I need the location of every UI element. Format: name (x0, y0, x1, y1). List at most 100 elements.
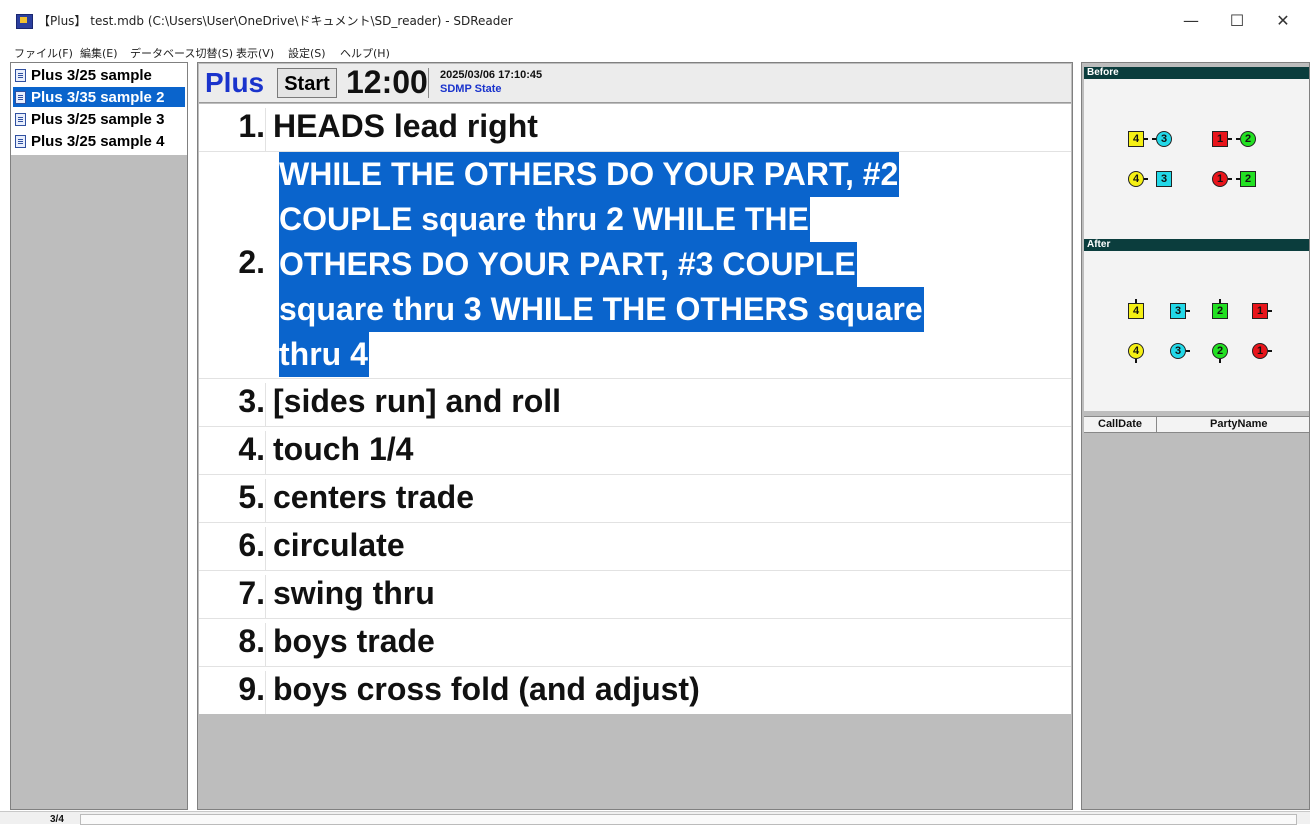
call-row[interactable]: 7. swing thru (199, 571, 1071, 619)
start-button[interactable]: Start (277, 68, 337, 98)
menu-settings[interactable]: 設定(S) (288, 45, 326, 61)
sdmp-state-label: SDMP State (440, 83, 502, 95)
facing-indicator (1186, 350, 1190, 352)
call-row[interactable]: 9. boys cross fold (and adjust) (199, 667, 1071, 714)
girl-3-dancer: 3 (1170, 343, 1186, 359)
sequence-item[interactable]: Plus 3/25 sample 3 (13, 109, 185, 129)
call-sheet-header: Plus Start 12:00 2025/03/06 17:10:45 SDM… (199, 64, 1071, 103)
minimize-button[interactable]: — (1168, 8, 1214, 34)
sequence-item-label: Plus 3/25 sample 4 (31, 132, 165, 150)
menu-help[interactable]: ヘルプ(H) (340, 45, 390, 61)
boy-3-dancer: 3 (1170, 303, 1186, 319)
facing-indicator (1135, 359, 1137, 363)
sequence-item-label: Plus 3/35 sample 2 (31, 88, 165, 106)
title-bar: 【Plus】 test.mdb (C:\Users\User\OneDrive\… (0, 0, 1310, 40)
call-text-line: thru 4 (279, 332, 369, 377)
call-number: 8. (199, 623, 266, 667)
call-row[interactable]: 8. boys trade (199, 619, 1071, 667)
call-text: [sides run] and roll (273, 383, 562, 419)
call-text-line: OTHERS DO YOUR PART, #3 COUPLE (279, 242, 857, 287)
sequence-item[interactable]: Plus 3/25 sample (13, 65, 185, 85)
call-row[interactable]: 4. touch 1/4 (199, 427, 1071, 475)
datetime-display: 2025/03/06 17:10:45 (440, 69, 543, 81)
menu-bar: ファイル(F) 編集(E) データベース切替(S) 表示(V) 設定(S) ヘル… (0, 41, 1310, 61)
call-sheet-pane: Plus Start 12:00 2025/03/06 17:10:45 SDM… (197, 62, 1073, 810)
call-row[interactable]: 3. [sides run] and roll (199, 379, 1071, 427)
call-text: boys trade (273, 623, 435, 659)
call-row[interactable]: 6. circulate (199, 523, 1071, 571)
before-label: Before (1084, 67, 1309, 79)
girl-3-dancer: 3 (1156, 131, 1172, 147)
boy-2-dancer: 2 (1212, 303, 1228, 319)
column-divider (1156, 417, 1157, 432)
menu-file[interactable]: ファイル(F) (14, 45, 73, 61)
column-calldate[interactable]: CallDate (1098, 418, 1142, 430)
after-formation: 4 3 2 1 4 3 2 1 (1084, 251, 1309, 411)
header-divider (428, 68, 429, 98)
facing-indicator (1219, 359, 1221, 363)
formation-pane: Before 4 3 1 2 4 3 1 2 After 4 3 2 1 4 3… (1081, 62, 1310, 810)
girl-4-dancer: 4 (1128, 171, 1144, 187)
boy-3-dancer: 3 (1156, 171, 1172, 187)
menu-view[interactable]: 表示(V) (236, 45, 274, 61)
call-text: HEADS lead right (273, 108, 538, 144)
boy-4-dancer: 4 (1128, 131, 1144, 147)
menu-database-switch[interactable]: データベース切替(S) (130, 45, 233, 61)
boy-1-dancer: 1 (1252, 303, 1268, 319)
facing-indicator (1228, 178, 1232, 180)
call-text-line: COUPLE square thru 2 WHILE THE (279, 197, 810, 242)
call-text: swing thru (273, 575, 435, 611)
app-icon (16, 14, 33, 29)
facing-indicator (1144, 138, 1148, 140)
call-text-highlighted: WHILE THE OTHERS DO YOUR PART, #2 COUPLE… (279, 152, 1059, 377)
before-formation: 4 3 1 2 4 3 1 2 (1084, 79, 1309, 239)
call-text: touch 1/4 (273, 431, 414, 467)
call-number: 7. (199, 575, 266, 619)
close-button[interactable]: ✕ (1260, 8, 1306, 34)
document-icon (15, 68, 26, 82)
page-indicator: 3/4 (50, 814, 64, 825)
call-number: 2. (238, 244, 265, 280)
call-text-line: WHILE THE OTHERS DO YOUR PART, #2 (279, 152, 900, 197)
girl-2-dancer: 2 (1212, 343, 1228, 359)
column-partyname[interactable]: PartyName (1210, 418, 1267, 430)
facing-indicator (1135, 299, 1137, 303)
girl-4-dancer: 4 (1128, 343, 1144, 359)
call-text: centers trade (273, 479, 474, 515)
call-row[interactable]: 1. HEADS lead right (199, 104, 1071, 152)
facing-indicator (1268, 350, 1272, 352)
call-number: 5. (199, 479, 266, 523)
facing-indicator (1219, 299, 1221, 303)
call-row-selected[interactable]: 2. WHILE THE OTHERS DO YOUR PART, #2 COU… (199, 152, 1071, 379)
document-icon (15, 112, 26, 126)
after-label: After (1084, 239, 1309, 251)
sequence-list: Plus 3/25 sample Plus 3/35 sample 2 Plus… (11, 63, 187, 155)
status-panel (80, 814, 1297, 825)
call-text: boys cross fold (and adjust) (273, 671, 700, 707)
sequence-item-selected[interactable]: Plus 3/35 sample 2 (13, 87, 185, 107)
call-text: circulate (273, 527, 405, 563)
facing-indicator (1186, 310, 1190, 312)
sequence-item[interactable]: Plus 3/25 sample 4 (13, 131, 185, 151)
level-label: Plus (205, 67, 265, 98)
boy-4-dancer: 4 (1128, 303, 1144, 319)
window-title: 【Plus】 test.mdb (C:\Users\User\OneDrive\… (38, 14, 513, 28)
call-row[interactable]: 5. centers trade (199, 475, 1071, 523)
call-number: 9. (199, 671, 266, 714)
status-bar: 3/4 (0, 811, 1310, 825)
maximize-button[interactable]: ☐ (1214, 8, 1260, 34)
boy-2-dancer: 2 (1240, 171, 1256, 187)
sequence-item-label: Plus 3/25 sample (31, 66, 152, 84)
boy-1-dancer: 1 (1212, 131, 1228, 147)
document-icon (15, 134, 26, 148)
history-table-header: CallDate PartyName (1084, 416, 1309, 433)
girl-1-dancer: 1 (1212, 171, 1228, 187)
sequence-list-pane: Plus 3/25 sample Plus 3/35 sample 2 Plus… (10, 62, 188, 810)
timer-display: 12:00 (346, 64, 428, 100)
menu-edit[interactable]: 編集(E) (80, 45, 118, 61)
facing-indicator (1228, 138, 1232, 140)
girl-1-dancer: 1 (1252, 343, 1268, 359)
call-list: 1. HEADS lead right 2. WHILE THE OTHERS … (199, 104, 1071, 714)
sequence-item-label: Plus 3/25 sample 3 (31, 110, 165, 128)
girl-2-dancer: 2 (1240, 131, 1256, 147)
